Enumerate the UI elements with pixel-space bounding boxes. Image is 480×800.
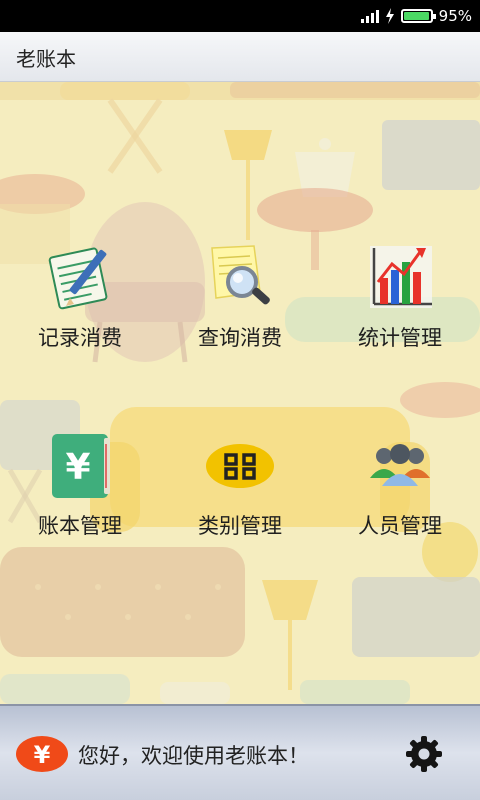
menu-item-label: 查询消费 bbox=[198, 326, 282, 350]
notepad-pencil-icon bbox=[48, 247, 108, 310]
status-bar: 95% bbox=[0, 0, 480, 32]
status-icons: 95% bbox=[360, 0, 472, 32]
menu-item-record-expense[interactable]: 记录消费 bbox=[0, 242, 160, 372]
background-illustration bbox=[0, 82, 480, 704]
menu-item-label: 账本管理 bbox=[38, 514, 122, 538]
main-content: 记录消费 查询消费 统计管理 ¥ 账本管理 类别管理 人员管理 bbox=[0, 82, 480, 704]
menu-item-people[interactable]: 人员管理 bbox=[320, 430, 480, 560]
menu-item-ledger[interactable]: ¥ 账本管理 bbox=[0, 430, 160, 560]
yen-symbol: ¥ bbox=[34, 741, 51, 769]
action-bar: 老账本 bbox=[0, 32, 480, 82]
svg-text:¥: ¥ bbox=[65, 447, 90, 488]
charging-icon bbox=[385, 8, 394, 24]
people-group-icon bbox=[370, 444, 430, 486]
menu-item-label: 统计管理 bbox=[358, 326, 442, 350]
bottom-bar: ¥ 您好，欢迎使用老账本！ bbox=[0, 704, 480, 800]
menu-item-label: 人员管理 bbox=[358, 514, 442, 538]
app-title: 老账本 bbox=[16, 47, 76, 71]
gear-icon[interactable] bbox=[404, 734, 444, 774]
signal-icon bbox=[360, 9, 379, 23]
menu-item-category[interactable]: 类别管理 bbox=[160, 430, 320, 560]
ledger-book-icon: ¥ bbox=[52, 434, 110, 498]
menu-item-label: 类别管理 bbox=[198, 514, 282, 538]
battery-percentage: 95% bbox=[438, 7, 472, 25]
menu-item-query-expense[interactable]: 查询消费 bbox=[160, 242, 320, 372]
category-grid-icon bbox=[206, 444, 274, 488]
battery-icon bbox=[400, 9, 436, 23]
menu-item-label: 记录消费 bbox=[38, 326, 122, 350]
yen-badge-icon: ¥ bbox=[16, 736, 68, 772]
bar-chart-icon bbox=[370, 246, 432, 308]
app-screen: 95% 老账本 记录消费 查询消费 统计管理 ¥ 账本管理 类别管理 人员管理 … bbox=[0, 0, 480, 800]
menu-item-statistics[interactable]: 统计管理 bbox=[320, 242, 480, 372]
magnifier-note-icon bbox=[211, 245, 270, 305]
welcome-message: 您好，欢迎使用老账本！ bbox=[78, 744, 309, 768]
